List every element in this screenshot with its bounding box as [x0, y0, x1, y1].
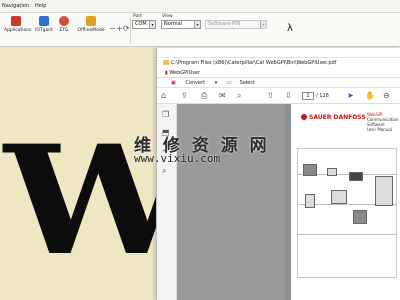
watermark-url: www.vixiu.com [134, 152, 221, 165]
page-up-icon[interactable]: ⇧ [267, 91, 274, 101]
view-value: Normal [164, 21, 183, 27]
print-icon[interactable]: ⎙ [201, 91, 207, 101]
etg-icon [59, 16, 69, 26]
page-total: / 126 [316, 93, 329, 99]
main-toolbar: Applications IOTgant ETG OfflineMode − +… [0, 13, 400, 47]
address-bar[interactable]: C:\Program Files (x86)\Caterpillar\Cat W… [163, 59, 395, 67]
chevron-down-icon: ▾ [194, 21, 200, 28]
cover-title: WebGPI Communication Software User Manua… [367, 112, 399, 132]
search-icon[interactable]: ⌕ [162, 166, 166, 176]
page-number-input[interactable]: 1 [302, 92, 314, 100]
select-button[interactable]: ▭ Select [227, 80, 263, 86]
software-value: Software-PIN [208, 21, 241, 27]
tab-strip: ▮ WebGPIUser [157, 68, 400, 78]
applications-button[interactable]: Applications [4, 16, 32, 44]
view-select[interactable]: Normal ▾ [161, 20, 201, 29]
applications-icon [11, 16, 21, 26]
iotgant-label: IOTgant [35, 28, 53, 33]
minus-icon[interactable]: − [109, 24, 116, 33]
offline-mode-label: OfflineMode [77, 28, 105, 33]
zoom-out-icon[interactable]: ⊖ [383, 91, 390, 101]
upload-icon[interactable]: ⇪ [181, 91, 188, 101]
convert-icon: ▣ [171, 80, 178, 86]
pdf-toolbar: ⌂ ⇪ ⎙ ✉ ⌕ ⇧ ⇩ 1 / 126 ➤ ✋ ⊖ [157, 88, 400, 104]
pdf-viewer-window: C:\Program Files (x86)\Caterpillar\Cat W… [156, 48, 400, 300]
port-label: Port [133, 14, 142, 19]
chevron-down-icon: ▾ [149, 21, 155, 28]
part-box [331, 190, 347, 204]
refresh-icon[interactable]: ⟳ [123, 24, 130, 33]
zoom-search-icon[interactable]: ⌕ [237, 91, 241, 101]
plus-icon[interactable]: + [116, 24, 123, 33]
menu-navigation[interactable]: Navigation [2, 0, 29, 13]
convert-button[interactable]: ▣ Convert ▾ [171, 80, 217, 86]
email-icon[interactable]: ✉ [219, 91, 226, 101]
etg-label: ETG [59, 28, 69, 33]
menu-help[interactable]: Help [35, 0, 46, 13]
brand-mark: SAUER DANFOSS [301, 114, 366, 121]
folder-icon [163, 60, 169, 65]
cursor-icon[interactable]: ➤ [347, 91, 354, 101]
pages-icon[interactable]: ❐ [162, 110, 169, 119]
home-icon[interactable]: ⌂ [161, 91, 166, 101]
command-bar: ▣ Convert ▾ ▭ Select [157, 78, 400, 88]
window-title-strip [157, 48, 400, 58]
app-window: Navigation Help Applications IOTgant ETG… [0, 0, 400, 300]
software-select[interactable]: Software-PIN ▾ [205, 20, 267, 29]
pdf-page-cover: SAUER DANFOSS WebGPI Communication Softw… [291, 104, 400, 300]
part-laptop [349, 172, 363, 181]
offline-mode-icon [86, 16, 96, 26]
address-text: C:\Program Files (x86)\Caterpillar\Cat W… [171, 60, 337, 66]
tab-webgpiuser[interactable]: WebGPIUser [169, 70, 200, 76]
part-sensor [327, 168, 337, 176]
select-label: Select [239, 80, 255, 86]
menubar: Navigation Help [0, 0, 400, 13]
offline-mode-button[interactable]: OfflineMode [76, 16, 106, 44]
part-controller [303, 164, 317, 176]
select-icon: ▭ [226, 80, 232, 86]
lambda-icon[interactable]: λ [287, 23, 293, 34]
applications-label: Applications [4, 28, 32, 33]
chevron-down-icon: ▾ [260, 21, 266, 28]
hand-icon[interactable]: ✋ [365, 91, 375, 101]
part-motor [353, 210, 367, 224]
port-select[interactable]: COM 1 ▾ [132, 20, 156, 29]
brand-dot-icon [301, 114, 307, 120]
etg-button[interactable]: ETG [52, 16, 76, 44]
part-valve [305, 194, 315, 208]
iotgant-icon [39, 16, 49, 26]
view-label: View [162, 14, 173, 19]
page-down-icon[interactable]: ⇩ [285, 91, 292, 101]
cover-line-4: User Manual [367, 127, 392, 132]
convert-label: Convert [185, 80, 206, 86]
part-pump [375, 176, 393, 206]
brand-name: SAUER DANFOSS [309, 114, 366, 121]
